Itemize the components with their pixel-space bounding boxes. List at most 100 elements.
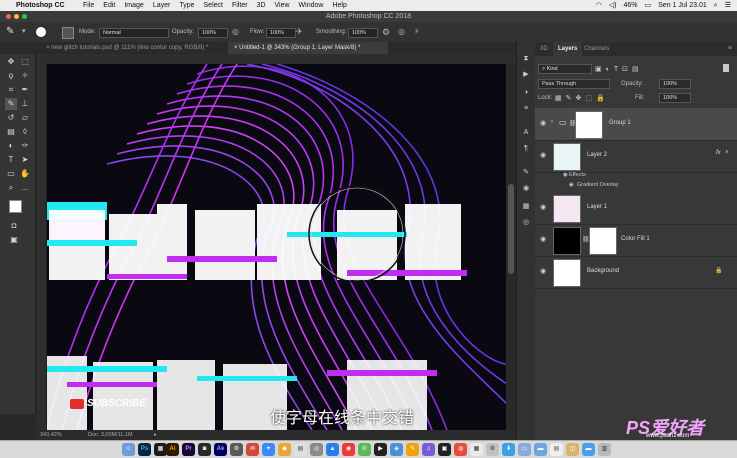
menu-filter[interactable]: Filter — [232, 0, 248, 11]
gradient-overlay-row[interactable]: ◉ Gradient Overlay — [535, 182, 737, 191]
paragraph-panel-icon[interactable]: ¶ — [521, 144, 531, 154]
chevron-right-icon[interactable]: › — [551, 119, 553, 125]
after-effects-dock-icon[interactable]: Ae — [214, 443, 227, 456]
app-icon[interactable]: ◎ — [310, 443, 323, 456]
type-tool-icon[interactable]: T — [5, 154, 17, 166]
move-tool-icon[interactable]: ✥ — [5, 56, 17, 68]
gear-icon[interactable]: ⚙ — [382, 22, 390, 42]
color-panel-icon[interactable]: ◉ — [521, 184, 531, 194]
eye-icon[interactable]: ◉ — [540, 152, 547, 159]
chevron-down-icon[interactable]: ▾ — [22, 22, 26, 42]
tab-channels[interactable]: Channels — [579, 42, 614, 56]
stamp-tool-icon[interactable]: ⊥ — [19, 98, 31, 110]
menu-help[interactable]: Help — [332, 0, 346, 11]
tab-layers[interactable]: Layers — [553, 42, 583, 56]
history-panel-icon[interactable]: ⧗ — [521, 54, 531, 64]
battery-icon[interactable]: ▭ — [645, 0, 652, 11]
app-icon[interactable]: ◈ — [390, 443, 403, 456]
layer-row-layer-2[interactable]: ◉ Layer 2 fx ˄ — [535, 140, 737, 173]
app-icon[interactable]: ▶ — [374, 443, 387, 456]
app-icon[interactable]: ⚙ — [230, 443, 243, 456]
menu-select[interactable]: Select — [204, 0, 223, 11]
flow-input[interactable]: 100% — [266, 28, 296, 38]
app-icon[interactable]: ▭ — [518, 443, 531, 456]
folder-icon[interactable]: ▬ — [534, 443, 547, 456]
effects-row[interactable]: ◉ Effects — [535, 172, 737, 181]
folder-icon[interactable]: ▬ — [582, 443, 595, 456]
layer-row-group-1[interactable]: ◉ › ▭ ⛓ Group 1 — [535, 108, 737, 141]
pressure-opacity-icon[interactable]: ◎ — [232, 22, 239, 42]
app-icon[interactable]: ◍ — [454, 443, 467, 456]
brush-tool-icon[interactable]: ✎ — [6, 22, 14, 42]
zoom-tool-icon[interactable]: ⌕ — [5, 182, 17, 194]
eraser-tool-icon[interactable]: ▱ — [19, 112, 31, 124]
eye-icon[interactable]: ◉ — [540, 268, 547, 275]
volume-icon[interactable]: ◁) — [609, 0, 617, 11]
menu-image[interactable]: Image — [124, 0, 143, 11]
adjustments-panel-icon[interactable]: ◑ — [521, 88, 531, 98]
layer-thumbnail[interactable] — [553, 259, 581, 287]
brush-preset-icon[interactable] — [36, 27, 46, 37]
document-canvas[interactable] — [47, 64, 507, 430]
scroll-thumb[interactable] — [508, 184, 514, 274]
app-icon[interactable]: ♫ — [422, 443, 435, 456]
trash-icon[interactable]: ▥ — [598, 443, 611, 456]
app-icon[interactable]: ✆ — [358, 443, 371, 456]
marquee-tool-icon[interactable]: ⬚ — [19, 56, 31, 68]
pen-tool-icon[interactable]: ✑ — [19, 140, 31, 152]
foreground-color-swatch[interactable] — [9, 200, 22, 213]
battery-percent[interactable]: 46% — [624, 0, 638, 11]
doc-tab-untitled[interactable]: × Untitled-1 @ 343% (Group 1, Layer Mask… — [228, 42, 388, 54]
character-panel-icon[interactable]: A — [521, 128, 531, 138]
app-icon[interactable]: ◉ — [342, 443, 355, 456]
filter-toggle[interactable] — [723, 64, 729, 72]
more-tools-icon[interactable]: … — [19, 182, 31, 194]
blend-mode-select[interactable]: Pass Through — [538, 79, 610, 89]
safari-icon[interactable]: ✦ — [262, 443, 275, 456]
airbrush-icon[interactable]: ✈ — [296, 22, 303, 42]
zoom-window-button[interactable] — [22, 14, 27, 19]
hand-tool-icon[interactable]: ✋ — [19, 168, 31, 180]
styles-panel-icon[interactable]: ◎ — [521, 218, 531, 228]
minimize-window-button[interactable] — [14, 14, 19, 19]
eye-icon[interactable]: ◉ — [540, 120, 547, 127]
doc-tab-glitch[interactable]: × new glitch tutorials.psd @ 111% (line … — [40, 42, 228, 54]
layer-mask-thumbnail[interactable] — [589, 227, 617, 255]
list-icon[interactable]: ☰ — [725, 0, 731, 11]
layer-mask-thumbnail[interactable] — [575, 111, 603, 139]
app-icon[interactable]: ▲ — [326, 443, 339, 456]
close-window-button[interactable] — [6, 14, 11, 19]
finder-icon[interactable]: ☺ — [122, 443, 135, 456]
actions-panel-icon[interactable]: ▶ — [521, 70, 531, 80]
blur-tool-icon[interactable]: ◊ — [19, 126, 31, 138]
layer-thumbnail[interactable] — [553, 143, 581, 171]
layer-row-color-fill-1[interactable]: ◉ ⛓ Color Fill 1 — [535, 224, 737, 257]
symmetry-icon[interactable]: ⚡ — [414, 22, 420, 42]
filter-type-icons[interactable]: ▣◐T⊡▤ — [595, 65, 643, 73]
app-icon[interactable]: ◫ — [566, 443, 579, 456]
eye-icon[interactable]: ◉ — [563, 172, 568, 178]
illustrator-dock-icon[interactable]: Ai — [166, 443, 179, 456]
search-icon[interactable]: ⌕ — [714, 0, 718, 11]
premiere-dock-icon[interactable]: Pr — [182, 443, 195, 456]
app-name-menu[interactable]: Photoshop CC — [16, 0, 65, 11]
zoom-level[interactable]: 343,42% — [40, 430, 62, 440]
menu-layer[interactable]: Layer — [153, 0, 171, 11]
app-icon[interactable]: ✎ — [406, 443, 419, 456]
path-select-tool-icon[interactable]: ➤ — [19, 154, 31, 166]
mode-select[interactable]: Normal — [99, 28, 169, 38]
vertical-scrollbar[interactable] — [506, 64, 516, 432]
opacity-input[interactable]: 100% — [198, 28, 228, 38]
eye-icon[interactable]: ◉ — [569, 182, 574, 188]
app-icon[interactable]: ⚙ — [486, 443, 499, 456]
clock[interactable]: Sen 1 Jul 23.01 — [658, 0, 707, 11]
app-icon[interactable]: ◆ — [278, 443, 291, 456]
quick-select-tool-icon[interactable]: ✧ — [19, 70, 31, 82]
eyedropper-tool-icon[interactable]: ✒ — [19, 84, 31, 96]
menu-edit[interactable]: Edit — [103, 0, 115, 11]
gradient-tool-icon[interactable]: ▤ — [5, 126, 17, 138]
pressure-size-icon[interactable]: ◎ — [398, 22, 405, 42]
menu-3d[interactable]: 3D — [257, 0, 266, 11]
app-icon[interactable]: ▤ — [550, 443, 563, 456]
crop-tool-icon[interactable]: ⌗ — [5, 84, 17, 96]
